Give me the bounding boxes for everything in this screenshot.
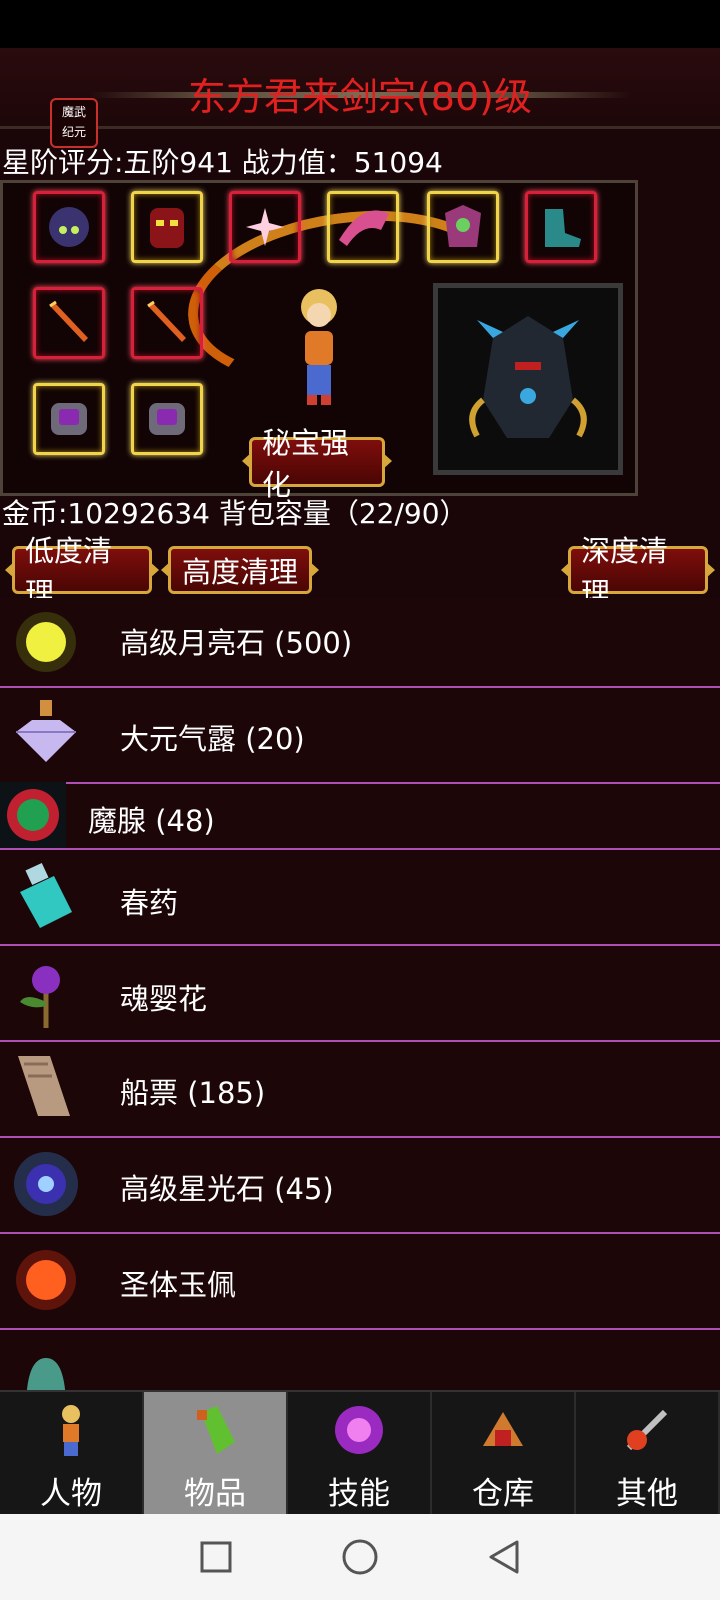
list-item[interactable]: 圣体玉佩 <box>0 1234 720 1330</box>
equip-slot-armor[interactable] <box>427 191 499 263</box>
tab-items[interactable]: 物品 <box>144 1392 288 1516</box>
item-label: 高级星光石 (45) <box>120 1172 334 1206</box>
list-item[interactable]: 高级星光石 (45) <box>0 1138 720 1234</box>
character-title: 东方君来剑宗(80)级 <box>187 75 532 119</box>
list-item[interactable]: 船票 (185) <box>0 1042 720 1138</box>
warehouse-icon <box>483 1412 523 1446</box>
items-icon <box>197 1406 235 1454</box>
tab-label: 其他 <box>616 1476 678 1512</box>
item-label: 圣体玉佩 <box>120 1268 237 1302</box>
list-item[interactable]: 魔腺 (48) <box>0 782 720 850</box>
bracer-icon <box>339 210 389 246</box>
tab-label: 仓库 <box>472 1476 534 1512</box>
equip-slot-boots[interactable] <box>525 191 597 263</box>
sword-icon <box>49 300 88 342</box>
tab-label: 人物 <box>40 1476 102 1512</box>
recent-apps-button[interactable] <box>196 1537 236 1577</box>
inventory-list: 高级月亮石 (500) 大元气露 (20) 魔腺 (48) 春药 魂婴花 船票 … <box>0 598 720 1391</box>
equip-slot-ring-right[interactable] <box>131 383 203 455</box>
item-label: 魂婴花 <box>120 982 208 1016</box>
ticket-scroll-icon <box>18 1056 70 1116</box>
list-item[interactable]: 高级月亮石 (500) <box>0 598 720 688</box>
low-clean-button[interactable]: 低度清理 <box>12 534 152 610</box>
starlight-stone-icon <box>14 1152 78 1216</box>
rating-and-power: 星阶评分:五阶941 战力值：51094 <box>2 146 443 179</box>
jade-pendant-icon <box>16 1250 76 1310</box>
ring-icon <box>51 403 87 435</box>
list-item[interactable]: 大元气露 (20) <box>0 688 720 784</box>
potion-bottle-icon <box>20 862 72 928</box>
list-item[interactable] <box>0 1330 720 1391</box>
moonstone-icon <box>16 612 76 672</box>
character-avatar <box>301 289 337 405</box>
skills-icon <box>335 1406 383 1454</box>
status-bar <box>0 0 720 48</box>
title-bar: 东方君来剑宗(80)级 <box>0 48 720 129</box>
equip-slot-sword-left[interactable] <box>33 287 105 359</box>
tab-character[interactable]: 人物 <box>0 1392 144 1516</box>
ring-icon <box>149 403 185 435</box>
equip-slot-helmet[interactable] <box>33 191 105 263</box>
boots-icon <box>545 209 581 247</box>
equip-slot-mask[interactable] <box>131 191 203 263</box>
circle-icon <box>342 1539 378 1575</box>
tab-label: 技能 <box>328 1476 390 1512</box>
back-button[interactable] <box>484 1537 524 1577</box>
partial-item-icon <box>26 1358 66 1391</box>
crystal-potion-icon <box>16 700 76 762</box>
mask-icon <box>150 208 184 248</box>
back-triangle-icon <box>489 1540 519 1574</box>
other-icon <box>626 1409 668 1451</box>
tab-label: 物品 <box>184 1476 246 1512</box>
helmet-icon <box>49 207 89 247</box>
equip-slot-weapon-3[interactable] <box>229 191 301 263</box>
mount-icon <box>469 316 587 438</box>
item-label: 魔腺 (48) <box>88 804 215 838</box>
equip-slot-ring-left[interactable] <box>33 383 105 455</box>
home-button[interactable] <box>340 1537 380 1577</box>
item-label: 高级月亮石 (500) <box>120 626 353 660</box>
list-item[interactable]: 魂婴花 <box>0 946 720 1042</box>
equip-slot-sword-right[interactable] <box>131 287 203 359</box>
equipment-panel: 秘宝强化 <box>0 180 638 502</box>
tab-other[interactable]: 其他 <box>576 1392 720 1516</box>
sword-icon <box>147 300 186 342</box>
soul-flower-icon <box>20 966 60 1028</box>
item-label: 春药 <box>120 886 179 920</box>
treasure-enhance-button[interactable]: 秘宝强化 <box>249 426 385 502</box>
equip-slot-bracer[interactable] <box>327 191 399 263</box>
square-icon <box>200 1541 232 1573</box>
tab-warehouse[interactable]: 仓库 <box>432 1392 576 1516</box>
gold-and-bag-capacity: 金币:10292634 背包容量（22/90） <box>2 497 468 530</box>
demon-gland-icon <box>0 782 66 848</box>
character-icon <box>62 1405 80 1456</box>
item-label: 船票 (185) <box>120 1076 266 1110</box>
bottom-tab-bar: 人物 物品 技能 仓库 其他 <box>0 1390 720 1516</box>
mount-slot[interactable] <box>433 283 623 475</box>
system-nav-bar <box>0 1514 720 1600</box>
tab-skills[interactable]: 技能 <box>288 1392 432 1516</box>
sparkle-icon <box>246 208 284 246</box>
armor-icon <box>445 205 481 247</box>
item-label: 大元气露 (20) <box>120 722 305 756</box>
high-clean-button[interactable]: 高度清理 <box>168 546 312 594</box>
deep-clean-button[interactable]: 深度清理 <box>568 534 708 610</box>
list-item[interactable]: 春药 <box>0 850 720 946</box>
